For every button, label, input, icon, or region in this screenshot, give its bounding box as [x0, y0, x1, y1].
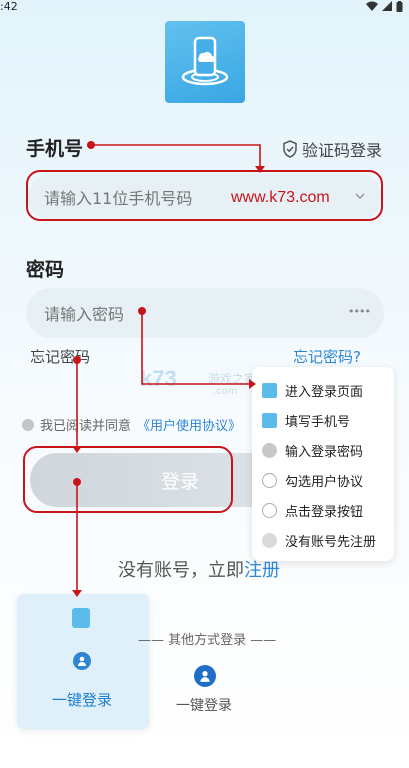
register-link[interactable]: 注册	[244, 560, 280, 581]
k73-watermark-com: .com	[213, 386, 238, 397]
password-label: 密码	[26, 259, 65, 281]
register-row: 没有账号，立即注册	[118, 556, 280, 582]
phone-cloud-icon	[181, 36, 229, 86]
legend-label: 填写手机号	[285, 414, 351, 430]
agreement-checkbox[interactable]	[22, 418, 34, 431]
step-legend: 进入登录页面 填写手机号 输入登录密码 勾选用户协议 点击登录按钮 没有账号先注…	[252, 367, 394, 561]
sms-login-link[interactable]: 验证码登录	[282, 137, 382, 161]
legend-label: 输入登录密码	[285, 444, 364, 460]
sms-login-label: 验证码登录	[302, 141, 383, 160]
status-icons	[366, 0, 403, 12]
battery-icon	[396, 0, 403, 12]
k73-watermark: k73	[140, 366, 177, 391]
app-logo	[165, 21, 245, 103]
legend-item: 输入登录密码	[262, 435, 384, 465]
user-agreement-link[interactable]: 《用户使用协议》	[137, 415, 241, 434]
legend-label: 没有账号先注册	[285, 534, 377, 550]
password-icon	[262, 442, 277, 458]
checkbox-icon	[262, 472, 277, 488]
legend-item: 点击登录按钮	[262, 495, 384, 525]
onekey-login-card-label: 一键登录	[52, 691, 113, 709]
phone-icon	[262, 412, 277, 428]
login-page-icon	[262, 382, 277, 398]
forgot-password-link[interactable]: 忘记密码?	[293, 346, 361, 367]
legend-item: 填写手机号	[262, 405, 384, 435]
status-time: :42	[0, 0, 18, 13]
phone-highlight-box	[26, 170, 383, 221]
login-highlight-box	[23, 446, 233, 513]
legend-item: 没有账号先注册	[262, 525, 384, 555]
forgot-password-left[interactable]: 忘记密码	[30, 346, 90, 367]
click-icon	[262, 502, 277, 518]
k73-watermark-cn: 游戏之家	[208, 372, 257, 386]
legend-item: 勾选用户协议	[262, 465, 384, 495]
agreement-row[interactable]: 我已阅读并同意 《用户使用协议》 《	[22, 415, 260, 434]
login-page-icon	[72, 608, 90, 628]
register-icon	[262, 532, 277, 548]
register-prefix: 没有账号，立即	[118, 560, 244, 581]
user-icon	[73, 652, 91, 670]
other-methods-label: —— 其他方式登录 ——	[138, 633, 277, 648]
phone-label: 手机号	[26, 138, 84, 160]
legend-label: 点击登录按钮	[285, 504, 364, 520]
wifi-icon	[366, 1, 378, 11]
password-placeholder: 请输入密码	[44, 305, 125, 324]
eye-hidden-icon[interactable]: ••••	[348, 305, 371, 318]
agreement-prefix: 我已阅读并同意	[40, 419, 132, 434]
signal-icon	[382, 1, 392, 11]
legend-item: 进入登录页面	[262, 375, 384, 405]
shield-check-icon	[283, 140, 297, 158]
password-input[interactable]: 请输入密码	[26, 288, 384, 338]
legend-label: 勾选用户协议	[285, 474, 364, 490]
legend-label: 进入登录页面	[285, 384, 364, 400]
onekey-login-label[interactable]: 一键登录	[176, 695, 232, 715]
user-icon[interactable]	[194, 665, 216, 687]
